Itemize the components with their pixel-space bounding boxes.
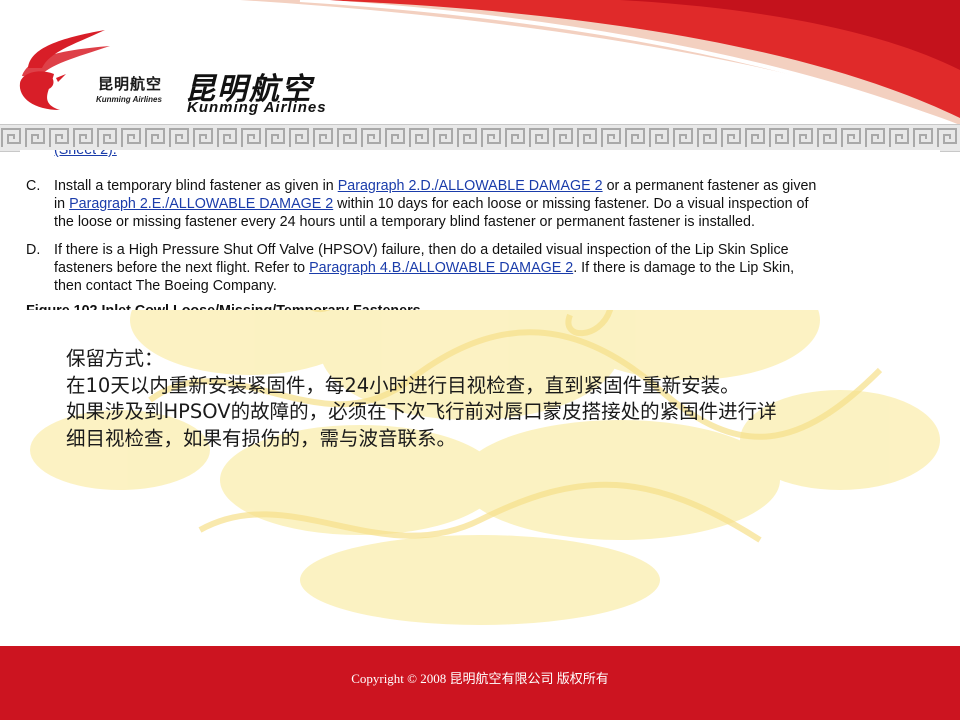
note-line: 如果涉及到HPSOV的故障的，必须在下次飞行前对唇口蒙皮搭接处的紧固件进行详 xyxy=(66,400,777,423)
note-heading: 保留方式： xyxy=(66,347,164,370)
item-text: Install a temporary blind fastener as gi… xyxy=(54,178,338,194)
note-line: 在10天以内重新安装紧固件，每24小时进行目视检查，直到紧固件重新安装。 xyxy=(66,373,740,397)
note-line: 细目视检查，如果有损伤的，需与波音联系。 xyxy=(66,426,457,450)
item-text: . If there is damage to the Lip Skin, xyxy=(573,260,795,276)
slide: 昆明航空 Kunming Airlines 昆明航空 Kunming Airli… xyxy=(0,0,960,720)
cut-off-top-link[interactable]: (Sheet 2). xyxy=(54,150,117,159)
paragraph-link[interactable]: Paragraph 4.B./ALLOWABLE DAMAGE 2 xyxy=(309,260,573,276)
decorative-border xyxy=(0,124,960,152)
item-letter: C. xyxy=(26,178,41,194)
item-line: then contact The Boeing Company. xyxy=(54,278,277,294)
chinese-note: 保留方式： 在10天以内重新安装紧固件，每24小时进行目视检查，直到紧固件重新安… xyxy=(66,346,946,452)
item-text: or a permanent fastener as given xyxy=(602,178,817,194)
manual-excerpt: (Sheet 2). C. Install a temporary blind … xyxy=(20,150,940,310)
copyright-text: Copyright © 2008 昆明航空有限公司 版权所有 xyxy=(351,671,609,686)
logo-small-chinese-name: 昆明航空 xyxy=(98,75,163,93)
item-letter: D. xyxy=(26,242,41,258)
item-line: fasteners before the next flight. Refer … xyxy=(54,259,794,277)
paragraph-link[interactable]: Paragraph 2.D./ALLOWABLE DAMAGE 2 xyxy=(338,178,603,194)
logo-english-name: Kunming Airlines xyxy=(187,99,327,116)
header: 昆明航空 Kunming Airlines 昆明航空 Kunming Airli… xyxy=(0,0,960,130)
item-line: If there is a High Pressure Shut Off Val… xyxy=(54,242,789,258)
cut-off-figure-caption: Figure 102 Inlet Cowl Loose/Missing/Temp… xyxy=(26,302,421,310)
item-text: fasteners before the next flight. Refer … xyxy=(54,260,310,276)
logo: 昆明航空 Kunming Airlines 昆明航空 Kunming Airli… xyxy=(10,28,340,118)
item-line: Install a temporary blind fastener as gi… xyxy=(54,177,816,195)
item-line: in Paragraph 2.E./ALLOWABLE DAMAGE 2 wit… xyxy=(54,195,816,213)
item-text: within 10 days for each loose or missing… xyxy=(333,196,809,212)
item-text: in xyxy=(54,196,70,212)
paragraph-link[interactable]: Paragraph 2.E./ALLOWABLE DAMAGE 2 xyxy=(69,196,333,212)
footer-bar: Copyright © 2008 昆明航空有限公司 版权所有 xyxy=(0,646,960,720)
item-line: the loose or missing fastener every 24 h… xyxy=(54,214,755,230)
logo-small-english-name: Kunming Airlines xyxy=(96,95,162,104)
